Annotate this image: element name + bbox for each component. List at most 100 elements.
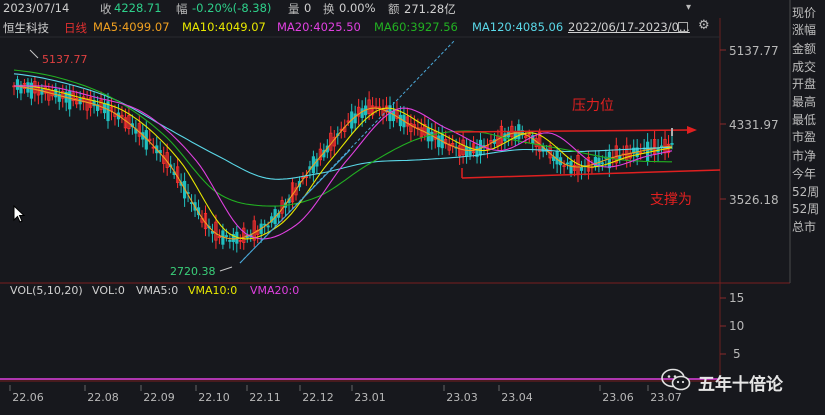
candle-body <box>360 108 364 119</box>
candle <box>176 157 180 189</box>
candle-body <box>15 79 20 90</box>
candle-body <box>600 162 604 165</box>
candle <box>593 150 598 171</box>
candle <box>256 225 260 244</box>
candle <box>468 140 472 160</box>
y-tick-label: 4331.97 <box>729 118 779 132</box>
window-close-icon[interactable] <box>678 22 688 32</box>
candle <box>520 125 524 139</box>
resistance-arrow-icon <box>687 126 697 134</box>
vma5-value: VMA5:0 <box>136 284 179 297</box>
y-tick-label: 5137.77 <box>729 44 779 58</box>
turnover-label: 换 <box>323 2 335 16</box>
candle <box>558 152 563 174</box>
candle <box>332 130 336 156</box>
candle <box>377 98 382 117</box>
side-panel-item: 成交 <box>792 60 817 74</box>
candle <box>357 98 361 126</box>
candle-body <box>565 162 570 165</box>
candle <box>242 222 246 250</box>
candle <box>583 159 587 176</box>
x-tick-label: 22.08 <box>87 391 119 404</box>
candle <box>659 136 664 155</box>
candle <box>95 96 100 117</box>
candle <box>120 106 124 124</box>
series-line-ma120 <box>13 73 673 180</box>
side-panel-item: 52周 <box>792 185 820 199</box>
candle <box>464 138 469 164</box>
series-line-ma60 <box>13 69 672 207</box>
side-panel: 现价 涨幅 金额 成交 开盘 最高 最低 市盈 市净 今年 52周 52周 总市 <box>790 0 825 290</box>
high-marker: 5137.77 <box>29 49 88 66</box>
candle <box>287 194 291 212</box>
candle-body <box>391 110 396 122</box>
candle <box>405 107 410 135</box>
legend-bar: 恒生科技 日线 MA5:4099.07 MA10:4049.07 MA20:40… <box>0 18 720 37</box>
ma10-label: MA10:4049.07 <box>182 20 266 34</box>
candle <box>134 119 138 143</box>
candle <box>57 87 61 110</box>
low-label: 2720.38 <box>170 265 216 278</box>
candle <box>652 130 657 163</box>
candle <box>534 134 538 156</box>
side-panel-item: 市盈 <box>792 130 817 144</box>
candle <box>158 141 162 162</box>
vol-tick-label: 10 <box>729 319 744 333</box>
settings-gear-icon[interactable]: ⚙ <box>698 18 710 33</box>
high-label: 5137.77 <box>42 53 88 66</box>
ma60-label: MA60:3927.56 <box>374 20 458 34</box>
candle-body <box>579 166 584 171</box>
candle-body <box>464 146 469 157</box>
candle <box>471 136 476 158</box>
low-marker: 2720.38 <box>170 265 233 278</box>
candle-body <box>266 225 270 228</box>
candle <box>228 233 232 249</box>
chevron-down-icon[interactable]: ▾ <box>686 2 691 13</box>
candle <box>632 139 636 163</box>
candle <box>217 229 222 245</box>
trend-line-solid <box>239 149 351 264</box>
candle-body <box>68 90 72 110</box>
period-label[interactable]: 日线 <box>64 20 87 36</box>
current-marker <box>671 128 673 136</box>
candle <box>318 142 322 166</box>
candle <box>12 82 16 96</box>
ma5-label: MA5:4099.07 <box>93 20 170 34</box>
side-panel-item: 最低 <box>792 113 817 127</box>
candle-body <box>670 143 674 145</box>
candle <box>621 145 625 160</box>
candle <box>395 101 399 123</box>
candle-body <box>228 239 232 242</box>
candle-body <box>353 113 357 124</box>
side-panel-item: 涨幅 <box>792 23 817 37</box>
resistance-label: 压力位 <box>572 98 614 114</box>
candle-body <box>555 151 559 165</box>
candle <box>19 80 23 101</box>
candle <box>238 234 242 250</box>
candle <box>579 160 584 180</box>
candle <box>162 146 166 173</box>
watermark-text: 五年十倍论 <box>698 375 783 395</box>
candle-body <box>468 147 472 156</box>
candle <box>68 84 72 117</box>
vol-tick-label: 15 <box>729 291 744 305</box>
amount-value: 271.28亿 <box>404 2 456 16</box>
mouse-cursor-icon <box>13 204 26 227</box>
vol-value: VOL:0 <box>92 284 125 297</box>
change-label: 幅 <box>176 2 188 16</box>
watermark: 五年十倍论 <box>660 368 810 395</box>
candle <box>40 84 44 104</box>
date: 2023/07/14 <box>3 1 70 15</box>
amount-label: 额 <box>388 2 400 16</box>
candle <box>433 122 437 149</box>
x-tick-label: 23.01 <box>354 391 386 404</box>
ma-lines <box>13 69 673 240</box>
candle <box>127 106 131 135</box>
x-tick-label: 22.09 <box>143 391 175 404</box>
candle <box>600 155 604 171</box>
candle <box>82 89 86 111</box>
candle-body <box>646 141 650 162</box>
x-tick-label: 23.06 <box>602 391 634 404</box>
y-axis: 5137.77 4331.97 3526.18 <box>720 44 779 207</box>
date-range[interactable]: 2022/06/17-2023/0... <box>568 20 690 34</box>
